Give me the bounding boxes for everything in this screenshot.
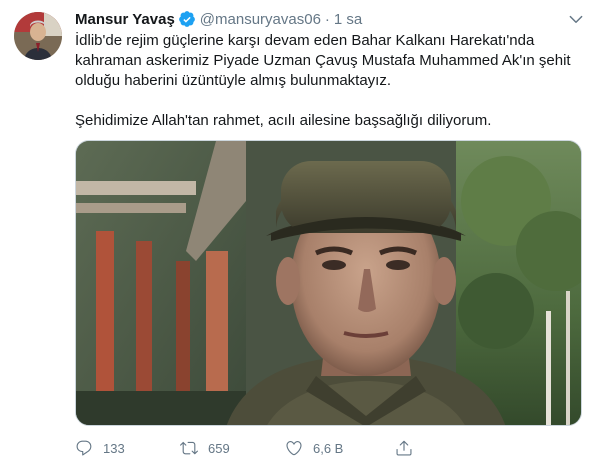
heart-icon bbox=[286, 441, 302, 456]
retweet-icon bbox=[180, 441, 198, 455]
reply-count: 133 bbox=[103, 440, 125, 456]
avatar[interactable] bbox=[14, 12, 62, 60]
retweet-count: 659 bbox=[208, 440, 230, 456]
tweet-timestamp[interactable]: 1 sa bbox=[334, 11, 362, 28]
like-count: 6,6 B bbox=[313, 440, 344, 456]
tweet-header: Mansur Yavaş @mansuryavas06 · 1 sa bbox=[75, 8, 583, 30]
share-icon bbox=[396, 440, 412, 456]
chevron-down-icon[interactable] bbox=[567, 10, 585, 28]
author-handle[interactable]: @mansuryavas06 bbox=[200, 11, 321, 28]
tweet-text-paragraph-2: Şehidimize Allah'tan rahmet, acılı ailes… bbox=[75, 112, 492, 129]
like-button[interactable]: 6,6 B bbox=[285, 439, 343, 457]
reply-icon bbox=[76, 440, 92, 456]
retweet-button[interactable]: 659 bbox=[180, 439, 230, 457]
tweet-card[interactable]: Mansur Yavaş @mansuryavas06 · 1 sa İdlib… bbox=[0, 0, 598, 467]
share-button[interactable] bbox=[395, 439, 413, 457]
reply-button[interactable]: 133 bbox=[75, 439, 125, 457]
verified-badge-icon bbox=[178, 10, 196, 28]
avatar-image bbox=[14, 12, 62, 60]
tweet-text: İdlib'de rejim güçlerine karşı devam ede… bbox=[75, 31, 583, 131]
tweet-text-paragraph-1: İdlib'de rejim güçlerine karşı devam ede… bbox=[75, 32, 571, 89]
tweet-content: Mansur Yavaş @mansuryavas06 · 1 sa İdlib… bbox=[75, 8, 583, 131]
separator-dot: · bbox=[324, 10, 330, 28]
author-display-name[interactable]: Mansur Yavaş bbox=[75, 11, 175, 28]
tweet-photo[interactable] bbox=[75, 140, 582, 426]
tweet-actions: 133 659 6,6 B bbox=[75, 436, 583, 460]
soldier-portrait-image bbox=[76, 141, 581, 425]
